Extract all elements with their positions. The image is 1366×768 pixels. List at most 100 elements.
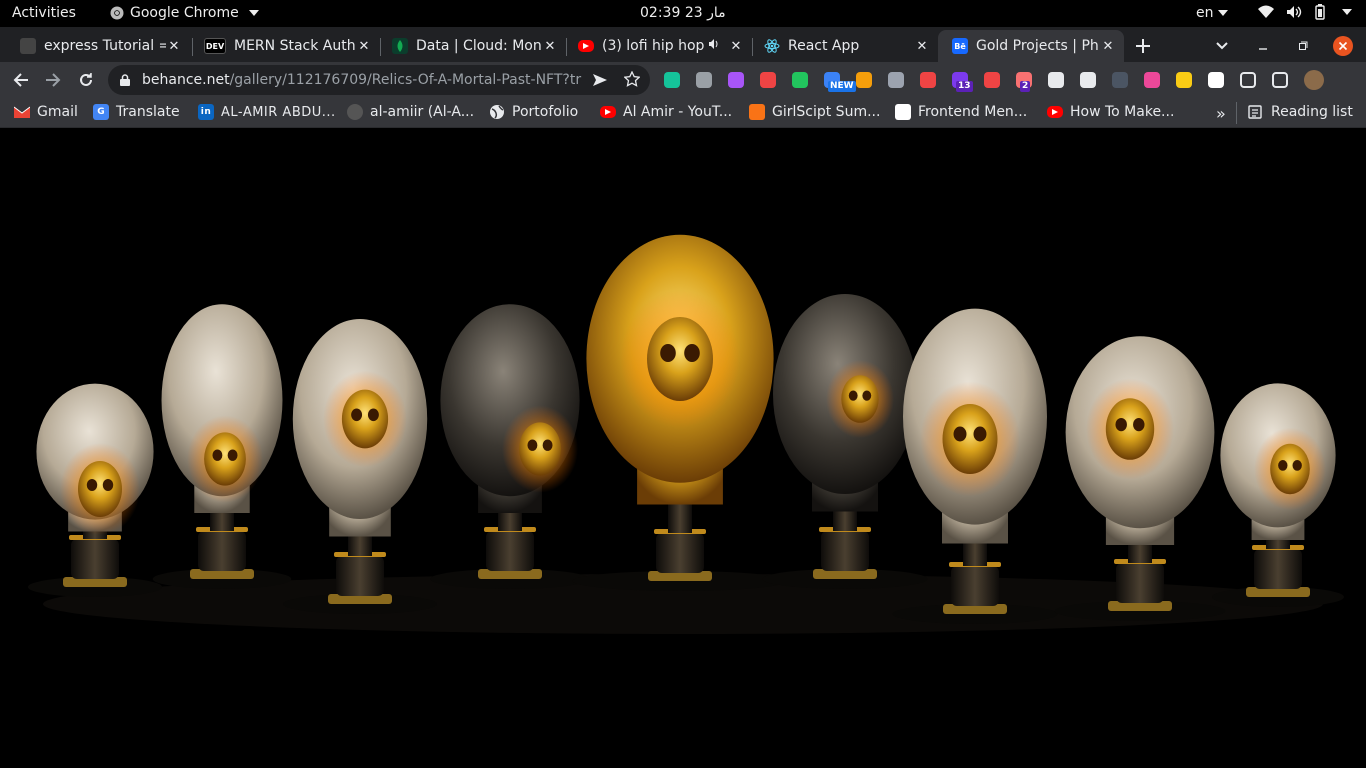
close-icon[interactable]: ✕ — [542, 39, 558, 54]
window-ext-icon[interactable]: 2 — [1016, 72, 1032, 92]
url-path: /gallery/112176709/Relics-Of-A-Mortal-Pa… — [229, 72, 582, 88]
extension-badge: 2 — [1020, 81, 1031, 92]
behance-icon: Bē — [952, 38, 968, 54]
tab-search-button[interactable] — [1216, 30, 1228, 62]
bookmark-how-to-make[interactable]: How To Make... — [1047, 104, 1174, 120]
dev-icon: DEV — [204, 38, 226, 54]
linkedin-icon: in — [198, 104, 214, 120]
back-button[interactable] — [7, 66, 35, 94]
tab-3[interactable]: (3) lofi hip hop ✕ — [564, 30, 752, 62]
bookmark-girlscript[interactable]: GirlScipt Sum... — [749, 104, 880, 120]
tab-title: (3) lofi hip hop — [602, 38, 705, 54]
new-tab-button[interactable] — [1136, 30, 1150, 62]
arrow-right-icon — [46, 73, 61, 87]
bookmark-gmail[interactable]: Gmail — [14, 104, 78, 120]
tab-2[interactable]: Data | Cloud: Mon ✕ — [378, 30, 566, 62]
browser-toolbar: behance.net/gallery/112176709/Relics-Of-… — [0, 62, 1366, 98]
bookmark-youtube-channel[interactable]: Al Amir - YouT... — [600, 104, 732, 120]
atom-ext-icon[interactable] — [1048, 72, 1064, 88]
a-ext-icon[interactable] — [1112, 72, 1128, 88]
tab-title: MERN Stack Authe — [234, 38, 356, 54]
reading-list-label: Reading list — [1271, 104, 1353, 120]
clock[interactable]: مار 23 02:39 — [640, 5, 726, 21]
gmail-icon — [14, 104, 30, 120]
media-icon[interactable] — [1272, 72, 1288, 88]
reload-icon — [80, 73, 92, 86]
wifi-icon — [1258, 5, 1274, 18]
close-icon[interactable]: ✕ — [1100, 39, 1116, 54]
close-icon[interactable]: ✕ — [356, 39, 372, 54]
search-ext-icon[interactable] — [696, 72, 712, 88]
close-window-button[interactable] — [1333, 30, 1353, 62]
artwork-image[interactable] — [0, 129, 1366, 768]
address-bar[interactable]: behance.net/gallery/112176709/Relics-Of-… — [108, 65, 650, 95]
colorful-ext-icon[interactable] — [760, 72, 776, 88]
bookmark-linkedin[interactable]: in AL-AMIR ABDU... — [198, 104, 336, 120]
puzzle-icon[interactable] — [1240, 72, 1256, 88]
gradient-ext-icon[interactable] — [728, 72, 744, 88]
chevron-down-icon — [1217, 10, 1228, 16]
translate-icon: G — [93, 104, 109, 120]
grammarly-icon[interactable] — [664, 72, 680, 88]
system-top-bar: Activities Google Chrome مار 23 02:39 en — [0, 0, 1366, 27]
target-ext-icon[interactable] — [1080, 72, 1096, 88]
pick-ext-icon[interactable] — [856, 72, 872, 88]
bookmark-label: Frontend Men... — [918, 104, 1028, 120]
profile-avatar[interactable] — [1304, 70, 1324, 90]
minimize-button[interactable] — [1258, 30, 1268, 62]
new-ext-icon[interactable]: NEW — [824, 72, 856, 92]
restore-icon — [1299, 41, 1308, 50]
send-tab-icon[interactable] — [592, 72, 608, 92]
tab-5-active[interactable]: Bē Gold Projects | Ph ✕ — [938, 30, 1124, 62]
close-icon[interactable]: ✕ — [728, 39, 744, 54]
tab-4[interactable]: React App ✕ — [750, 30, 938, 62]
audio-playing-icon[interactable] — [708, 38, 720, 54]
language-label: en — [1196, 5, 1214, 21]
minimize-icon — [1259, 48, 1267, 50]
bookmark-translate[interactable]: G Translate — [93, 104, 180, 120]
close-icon[interactable]: ✕ — [914, 39, 930, 54]
bookmark-star-icon[interactable] — [623, 70, 641, 91]
system-tray[interactable] — [1258, 4, 1352, 20]
tab-title: Gold Projects | Ph — [976, 38, 1099, 54]
bookmark-label: How To Make... — [1070, 104, 1175, 120]
mongodb-leaf-icon — [392, 38, 408, 54]
chevron-down-icon — [1216, 42, 1228, 50]
close-icon — [1333, 36, 1353, 56]
reading-list-icon — [1248, 104, 1264, 120]
tab-0[interactable]: express Tutorial = ✕ — [6, 30, 190, 62]
t-ext-icon[interactable] — [1144, 72, 1160, 88]
restore-button[interactable] — [1298, 30, 1308, 62]
tab-title: React App — [788, 38, 860, 54]
app-menu[interactable]: Google Chrome — [110, 5, 259, 21]
chrome-icon — [110, 6, 124, 20]
tab-1[interactable]: DEV MERN Stack Authe ✕ — [190, 30, 380, 62]
express-icon — [20, 38, 36, 54]
forward-button[interactable] — [39, 66, 67, 94]
bookmark-frontend-mentor[interactable]: Frontend Men... — [895, 104, 1027, 120]
hand-ext-icon[interactable] — [920, 72, 936, 88]
bookmark-github[interactable]: al-amiir (Al-A... — [347, 104, 474, 120]
url-host: behance.net — [142, 72, 230, 88]
chevron-down-icon — [1342, 9, 1352, 15]
purple-ext-icon[interactable]: 13 — [952, 72, 973, 92]
reload-button[interactable] — [72, 66, 100, 94]
tab-title: express Tutorial = — [44, 38, 166, 54]
bookmark-portofolio[interactable]: Portofolio — [489, 104, 578, 120]
bw-ext-icon[interactable] — [792, 72, 808, 88]
extension-badge: NEW — [828, 81, 856, 92]
close-icon[interactable]: ✕ — [166, 39, 182, 54]
bookmark-label: Portofolio — [512, 104, 579, 120]
bookmarks-bar: Gmail G Translate in AL-AMIR ABDU... al-… — [0, 98, 1366, 128]
bookmark-label: Gmail — [37, 104, 78, 120]
github-icon — [347, 104, 363, 120]
activities-button[interactable]: Activities — [12, 5, 76, 21]
plus-icon — [1136, 39, 1150, 53]
language-indicator[interactable]: en — [1196, 5, 1228, 21]
circle-ext-icon[interactable] — [1176, 72, 1192, 88]
cube-ext-icon[interactable] — [888, 72, 904, 88]
b-ext-icon[interactable] — [1208, 72, 1224, 88]
reading-list-button[interactable]: Reading list — [1248, 104, 1353, 120]
refresh-ext-icon[interactable] — [984, 72, 1000, 88]
more-bookmarks-button[interactable]: » — [1216, 104, 1226, 123]
